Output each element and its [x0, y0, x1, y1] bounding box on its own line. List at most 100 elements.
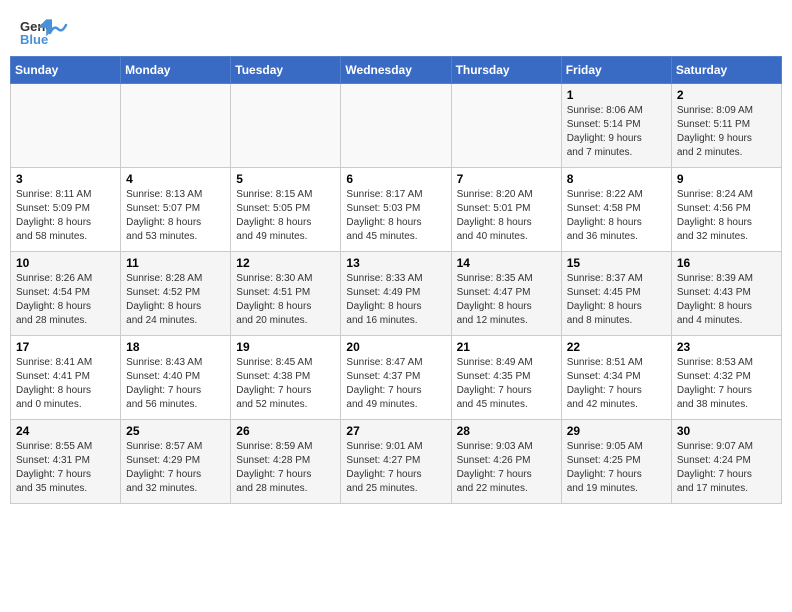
calendar-cell: 7Sunrise: 8:20 AM Sunset: 5:01 PM Daylig… — [451, 168, 561, 252]
calendar-cell: 24 Sunrise: 8:55 AM Sunset: 4:31 PM Dayli… — [11, 420, 121, 504]
day-number: 16 — [677, 256, 776, 270]
calendar-cell: 20 Sunrise: 8:47 AM Sunset: 4:37 PM Dayli… — [341, 336, 451, 420]
day-info: Sunrise: 8:11 AM Sunset: 5:09 PM Dayligh… — [16, 188, 115, 244]
calendar-cell: 6 Sunrise: 8:17 AM Sunset: 5:03 PM Daylig… — [341, 168, 451, 252]
calendar-cell — [121, 84, 231, 168]
day-number: 2 — [677, 88, 776, 102]
day-info: Sunrise: 8:17 AM Sunset: 5:03 PM Dayligh… — [346, 188, 445, 244]
day-number: 20 — [346, 340, 445, 354]
calendar-cell: 10Sunrise: 8:26 AM Sunset: 4:54 PM Dayli… — [11, 252, 121, 336]
calendar-cell — [341, 84, 451, 168]
calendar-cell: 12 Sunrise: 8:30 AM Sunset: 4:51 PM Dayli… — [231, 252, 341, 336]
calendar-cell: 15 Sunrise: 8:37 AM Sunset: 4:45 PM Dayli… — [561, 252, 671, 336]
day-info: Sunrise: 8:33 AM Sunset: 4:49 PM Dayligh… — [346, 272, 445, 328]
day-number: 28 — [457, 424, 556, 438]
day-info: Sunrise: 8:35 AM Sunset: 4:47 PM Dayligh… — [457, 272, 556, 328]
day-number: 21 — [457, 340, 556, 354]
day-info: Sunrise: 8:47 AM Sunset: 4:37 PM Dayligh… — [346, 356, 445, 412]
day-info: Sunrise: 9:05 AM Sunset: 4:25 PM Dayligh… — [567, 440, 666, 496]
day-info: Sunrise: 8:13 AM Sunset: 5:07 PM Dayligh… — [126, 188, 225, 244]
day-number: 30 — [677, 424, 776, 438]
weekday-header: Thursday — [451, 57, 561, 84]
day-number: 6 — [346, 172, 445, 186]
day-number: 12 — [236, 256, 335, 270]
weekday-header: Wednesday — [341, 57, 451, 84]
calendar-cell: 8Sunrise: 8:22 AM Sunset: 4:58 PM Daylig… — [561, 168, 671, 252]
day-number: 27 — [346, 424, 445, 438]
day-info: Sunrise: 8:55 AM Sunset: 4:31 PM Dayligh… — [16, 440, 115, 496]
day-number: 13 — [346, 256, 445, 270]
weekday-header: Friday — [561, 57, 671, 84]
day-number: 15 — [567, 256, 666, 270]
day-info: Sunrise: 8:09 AM Sunset: 5:11 PM Dayligh… — [677, 104, 776, 160]
calendar-cell: 11 Sunrise: 8:28 AM Sunset: 4:52 PM Dayli… — [121, 252, 231, 336]
day-number: 3 — [16, 172, 115, 186]
day-info: Sunrise: 8:57 AM Sunset: 4:29 PM Dayligh… — [126, 440, 225, 496]
day-info: Sunrise: 8:51 AM Sunset: 4:34 PM Dayligh… — [567, 356, 666, 412]
day-info: Sunrise: 8:26 AM Sunset: 4:54 PM Dayligh… — [16, 272, 115, 328]
day-info: Sunrise: 8:45 AM Sunset: 4:38 PM Dayligh… — [236, 356, 335, 412]
day-info: Sunrise: 8:22 AM Sunset: 4:58 PM Dayligh… — [567, 188, 666, 244]
day-info: Sunrise: 8:15 AM Sunset: 5:05 PM Dayligh… — [236, 188, 335, 244]
calendar-cell: 21 Sunrise: 8:49 AM Sunset: 4:35 PM Dayli… — [451, 336, 561, 420]
day-number: 14 — [457, 256, 556, 270]
day-number: 1 — [567, 88, 666, 102]
calendar-header: SundayMondayTuesdayWednesdayThursdayFrid… — [11, 57, 782, 84]
day-number: 17 — [16, 340, 115, 354]
day-number: 23 — [677, 340, 776, 354]
weekday-header: Saturday — [671, 57, 781, 84]
calendar-cell: 14 Sunrise: 8:35 AM Sunset: 4:47 PM Dayli… — [451, 252, 561, 336]
calendar-cell: 28 Sunrise: 9:03 AM Sunset: 4:26 PM Dayli… — [451, 420, 561, 504]
day-number: 25 — [126, 424, 225, 438]
day-info: Sunrise: 8:49 AM Sunset: 4:35 PM Dayligh… — [457, 356, 556, 412]
calendar-cell: 4 Sunrise: 8:13 AM Sunset: 5:07 PM Daylig… — [121, 168, 231, 252]
logo-wave-icon — [46, 17, 68, 39]
calendar-cell: 16 Sunrise: 8:39 AM Sunset: 4:43 PM Dayli… — [671, 252, 781, 336]
day-number: 11 — [126, 256, 225, 270]
day-number: 18 — [126, 340, 225, 354]
weekday-header: Monday — [121, 57, 231, 84]
day-number: 29 — [567, 424, 666, 438]
calendar-cell: 3 Sunrise: 8:11 AM Sunset: 5:09 PM Daylig… — [11, 168, 121, 252]
day-number: 22 — [567, 340, 666, 354]
calendar-cell — [11, 84, 121, 168]
weekday-header: Sunday — [11, 57, 121, 84]
calendar-cell: 27 Sunrise: 9:01 AM Sunset: 4:27 PM Dayli… — [341, 420, 451, 504]
svg-text:Blue: Blue — [20, 32, 48, 46]
calendar-cell: 19 Sunrise: 8:45 AM Sunset: 4:38 PM Dayli… — [231, 336, 341, 420]
logo: General Blue — [20, 18, 68, 46]
day-info: Sunrise: 9:03 AM Sunset: 4:26 PM Dayligh… — [457, 440, 556, 496]
calendar-cell: 9 Sunrise: 8:24 AM Sunset: 4:56 PM Daylig… — [671, 168, 781, 252]
day-number: 9 — [677, 172, 776, 186]
day-info: Sunrise: 8:30 AM Sunset: 4:51 PM Dayligh… — [236, 272, 335, 328]
calendar-cell: 17 Sunrise: 8:41 AM Sunset: 4:41 PM Dayli… — [11, 336, 121, 420]
day-info: Sunrise: 9:01 AM Sunset: 4:27 PM Dayligh… — [346, 440, 445, 496]
calendar-cell: 22 Sunrise: 8:51 AM Sunset: 4:34 PM Dayli… — [561, 336, 671, 420]
calendar-table: SundayMondayTuesdayWednesdayThursdayFrid… — [10, 56, 782, 504]
day-number: 7 — [457, 172, 556, 186]
calendar-cell — [451, 84, 561, 168]
calendar-cell: 2 Sunrise: 8:09 AM Sunset: 5:11 PM Daylig… — [671, 84, 781, 168]
day-number: 24 — [16, 424, 115, 438]
day-number: 5 — [236, 172, 335, 186]
day-number: 4 — [126, 172, 225, 186]
day-info: Sunrise: 8:28 AM Sunset: 4:52 PM Dayligh… — [126, 272, 225, 328]
day-info: Sunrise: 8:43 AM Sunset: 4:40 PM Dayligh… — [126, 356, 225, 412]
calendar-cell: 1 Sunrise: 8:06 AM Sunset: 5:14 PM Daylig… — [561, 84, 671, 168]
day-info: Sunrise: 8:37 AM Sunset: 4:45 PM Dayligh… — [567, 272, 666, 328]
day-info: Sunrise: 8:39 AM Sunset: 4:43 PM Dayligh… — [677, 272, 776, 328]
day-number: 19 — [236, 340, 335, 354]
day-info: Sunrise: 8:24 AM Sunset: 4:56 PM Dayligh… — [677, 188, 776, 244]
day-info: Sunrise: 8:41 AM Sunset: 4:41 PM Dayligh… — [16, 356, 115, 412]
calendar-wrapper: SundayMondayTuesdayWednesdayThursdayFrid… — [0, 56, 792, 514]
calendar-cell — [231, 84, 341, 168]
day-info: Sunrise: 8:06 AM Sunset: 5:14 PM Dayligh… — [567, 104, 666, 160]
day-info: Sunrise: 8:53 AM Sunset: 4:32 PM Dayligh… — [677, 356, 776, 412]
day-number: 26 — [236, 424, 335, 438]
calendar-cell: 26 Sunrise: 8:59 AM Sunset: 4:28 PM Dayli… — [231, 420, 341, 504]
weekday-header: Tuesday — [231, 57, 341, 84]
day-info: Sunrise: 8:59 AM Sunset: 4:28 PM Dayligh… — [236, 440, 335, 496]
calendar-cell: 25 Sunrise: 8:57 AM Sunset: 4:29 PM Dayli… — [121, 420, 231, 504]
calendar-cell: 18 Sunrise: 8:43 AM Sunset: 4:40 PM Dayli… — [121, 336, 231, 420]
calendar-cell: 13 Sunrise: 8:33 AM Sunset: 4:49 PM Dayli… — [341, 252, 451, 336]
